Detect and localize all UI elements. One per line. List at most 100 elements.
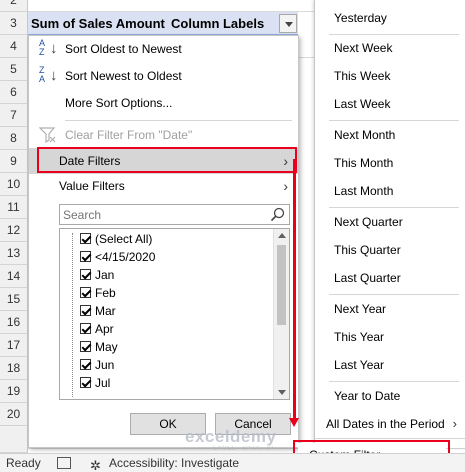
- row-header[interactable]: 5: [0, 58, 28, 81]
- filter-last-month[interactable]: Last Month: [315, 179, 465, 203]
- row-header[interactable]: 18: [0, 357, 28, 380]
- list-item-label: <4/15/2020: [95, 250, 156, 264]
- checkbox-checked[interactable]: [80, 233, 91, 244]
- list-scrollbar[interactable]: [273, 229, 289, 399]
- watermark-logo: exceldemy: [185, 427, 277, 446]
- chevron-right-icon: ›: [283, 178, 288, 194]
- checkbox-checked[interactable]: [80, 359, 91, 370]
- row-header[interactable]: 6: [0, 81, 28, 104]
- list-item-label: Apr: [95, 322, 114, 336]
- scroll-thumb[interactable]: [277, 245, 286, 325]
- filter-year-to-date[interactable]: Year to Date: [315, 384, 465, 408]
- filter-this-week[interactable]: This Week: [315, 64, 465, 88]
- row-header[interactable]: 2: [0, 0, 28, 12]
- annotation-arrow-line: [293, 159, 296, 421]
- list-item[interactable]: (Select All): [80, 230, 152, 248]
- checkbox-checked[interactable]: [80, 341, 91, 352]
- sort-oldest-to-newest[interactable]: A Z ↓ Sort Oldest to Newest: [29, 36, 298, 62]
- filter-all-dates-in-period[interactable]: All Dates in the Period ›: [315, 412, 465, 436]
- annotation-arrowhead-icon: [289, 418, 299, 427]
- filter-this-year[interactable]: This Year: [315, 325, 465, 349]
- menu-item-label: Sort Newest to Oldest: [65, 69, 182, 83]
- row-header[interactable]: 4: [0, 35, 28, 58]
- list-item[interactable]: Feb: [80, 284, 116, 302]
- pivot-header-sum-sales[interactable]: Sum of Sales Amount: [28, 12, 168, 35]
- filter-this-month[interactable]: This Month: [315, 151, 465, 175]
- list-item[interactable]: Apr: [80, 320, 114, 338]
- filter-this-quarter[interactable]: This Quarter: [315, 238, 465, 262]
- filter-next-week[interactable]: Next Week: [315, 36, 465, 60]
- checkbox-checked[interactable]: [80, 251, 91, 262]
- checkbox-checked[interactable]: [80, 305, 91, 316]
- list-item[interactable]: Jan: [80, 266, 114, 284]
- menu-separator: [329, 207, 459, 208]
- filter-next-quarter[interactable]: Next Quarter: [315, 210, 465, 234]
- sort-descending-icon: Z A ↓: [39, 65, 58, 85]
- menu-item-label: More Sort Options...: [65, 96, 173, 110]
- filter-dropdown-button[interactable]: [279, 14, 297, 33]
- filter-last-quarter[interactable]: Last Quarter: [315, 266, 465, 290]
- menu-separator: [329, 294, 459, 295]
- row-header[interactable]: 14: [0, 265, 28, 288]
- list-item[interactable]: Mar: [80, 302, 116, 320]
- checkbox-checked[interactable]: [80, 323, 91, 334]
- accessibility-icon[interactable]: ✲: [90, 456, 101, 472]
- menu-separator: [329, 34, 459, 35]
- more-sort-options[interactable]: More Sort Options...: [29, 90, 298, 116]
- date-filters-highlight: [37, 147, 297, 173]
- row-header[interactable]: 8: [0, 127, 28, 150]
- search-icon[interactable]: [270, 207, 285, 222]
- sort-ascending-icon: A Z ↓: [39, 38, 58, 58]
- row-header[interactable]: 19: [0, 380, 28, 403]
- date-filters-submenu: Yesterday Next Week This Week Last Week …: [314, 0, 465, 448]
- filter-last-week[interactable]: Last Week: [315, 92, 465, 116]
- scroll-up-icon[interactable]: [278, 233, 286, 238]
- row-header[interactable]: 13: [0, 242, 28, 265]
- checkbox-checked[interactable]: [80, 287, 91, 298]
- search-input[interactable]: [60, 205, 260, 224]
- list-item-label: Jun: [95, 358, 115, 372]
- list-item[interactable]: Jun: [80, 356, 114, 374]
- row-header[interactable]: 20: [0, 403, 28, 426]
- list-item-label: Mar: [95, 304, 116, 318]
- menu-item-label: Sort Oldest to Newest: [65, 42, 182, 56]
- filter-last-year[interactable]: Last Year: [315, 353, 465, 377]
- list-item[interactable]: <4/15/2020: [80, 248, 155, 266]
- menu-separator: [329, 120, 459, 121]
- menu-item-label: Value Filters: [59, 179, 125, 193]
- autofilter-menu: A Z ↓ Sort Oldest to Newest Z A ↓ Sort Newes…: [28, 35, 299, 448]
- row-header[interactable]: 15: [0, 288, 28, 311]
- sheet-view-icon[interactable]: [57, 457, 71, 469]
- list-item-label: Jan: [95, 268, 115, 282]
- menu-item-label: All Dates in the Period: [326, 417, 445, 431]
- row-header[interactable]: 16: [0, 311, 28, 334]
- row-header[interactable]: 12: [0, 219, 28, 242]
- list-item-label: May: [95, 340, 118, 354]
- row-header-empty: [0, 426, 28, 453]
- list-item[interactable]: May: [80, 338, 118, 356]
- row-header[interactable]: 3: [0, 12, 28, 35]
- menu-separator: [65, 120, 292, 121]
- row-header[interactable]: 11: [0, 196, 28, 219]
- accessibility-status[interactable]: Accessibility: Investigate: [109, 454, 239, 472]
- value-filters-item[interactable]: Value Filters ›: [29, 173, 298, 199]
- filter-values-list[interactable]: (Select All) <4/15/2020 Jan Feb Mar Apr …: [59, 228, 290, 400]
- row-header[interactable]: 17: [0, 334, 28, 357]
- checkbox-checked[interactable]: [80, 269, 91, 280]
- row-header[interactable]: 7: [0, 104, 28, 127]
- filter-yesterday[interactable]: Yesterday: [315, 6, 465, 30]
- row-header[interactable]: 9: [0, 150, 28, 173]
- checkbox-checked[interactable]: [80, 377, 91, 388]
- scroll-down-icon[interactable]: [278, 390, 286, 395]
- watermark-tagline: EXCEL · DATA · BI: [213, 446, 274, 452]
- list-item-label: Jul: [95, 376, 111, 390]
- row-header[interactable]: 10: [0, 173, 28, 196]
- filter-next-year[interactable]: Next Year: [315, 297, 465, 321]
- status-ready: Ready: [6, 456, 41, 470]
- sort-newest-to-oldest[interactable]: Z A ↓ Sort Newest to Oldest: [29, 63, 298, 89]
- list-item[interactable]: Jul: [80, 374, 110, 392]
- status-bar: Ready ✲ Accessibility: Investigate: [0, 453, 465, 472]
- list-item-label: Feb: [95, 286, 116, 300]
- filter-next-month[interactable]: Next Month: [315, 123, 465, 147]
- chevron-right-icon: ›: [452, 416, 457, 431]
